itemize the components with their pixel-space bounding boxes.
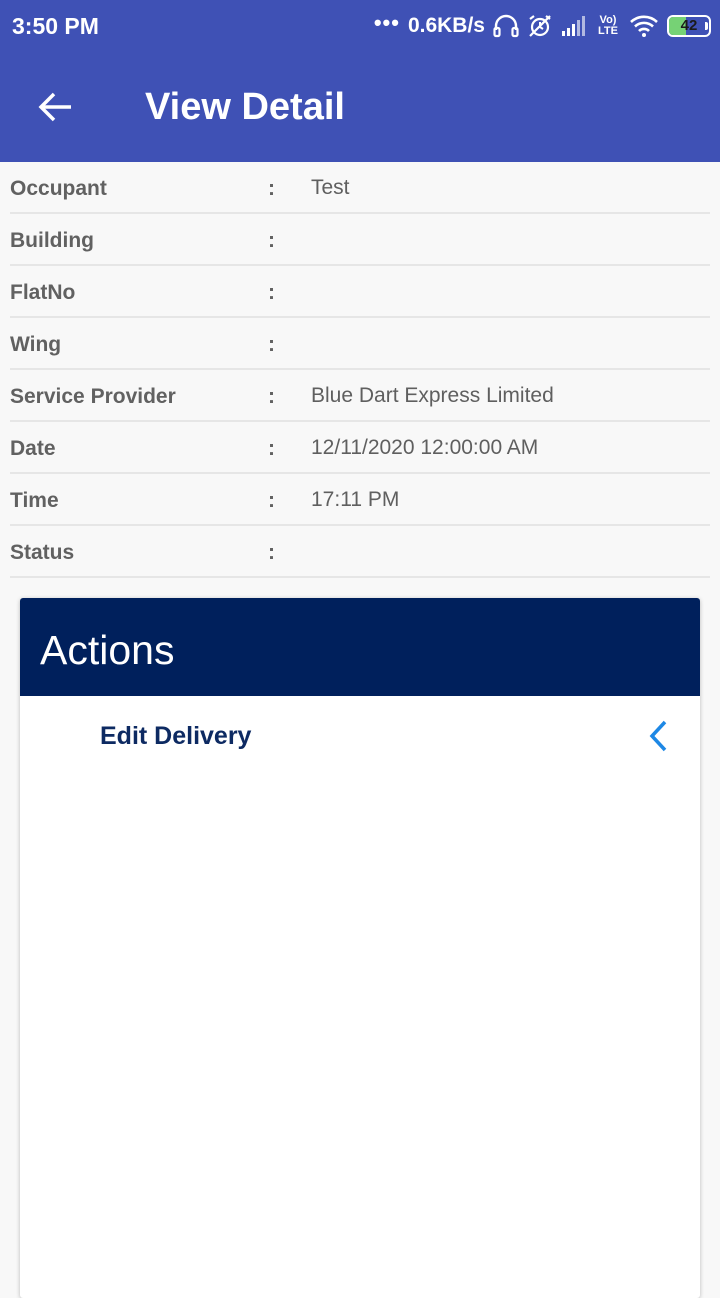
detail-colon: : xyxy=(268,541,275,564)
edit-delivery-button[interactable]: Edit Delivery xyxy=(20,696,700,778)
chevron-left-icon[interactable] xyxy=(644,718,672,754)
detail-label: Service Provider xyxy=(10,385,176,408)
detail-value: 17:11 PM xyxy=(311,488,400,511)
detail-label: Wing xyxy=(10,333,62,356)
volte-lte-icon: Vo) LTE xyxy=(595,15,621,37)
detail-value: Blue Dart Express Limited xyxy=(311,384,554,407)
detail-row-date: Date : 12/11/2020 12:00:00 AM xyxy=(10,422,710,474)
app-bar: View Detail xyxy=(0,52,720,162)
more-notifications-icon: ••• xyxy=(373,10,400,35)
detail-row-occupant: Occupant : Test xyxy=(10,162,710,214)
headset-icon xyxy=(493,14,519,38)
detail-row-flatno: FlatNo : xyxy=(10,266,710,318)
action-label: Edit Delivery xyxy=(100,722,252,750)
back-button[interactable] xyxy=(28,82,82,132)
detail-label: Building xyxy=(10,229,94,252)
actions-header: Actions xyxy=(20,598,700,696)
actions-title: Actions xyxy=(40,627,175,673)
wifi-icon xyxy=(629,14,659,38)
lte-label: LTE xyxy=(598,25,618,37)
detail-colon: : xyxy=(268,333,275,356)
detail-label: Time xyxy=(10,489,59,512)
detail-label: Occupant xyxy=(10,177,107,200)
detail-label: Status xyxy=(10,541,75,564)
battery-icon: 42 xyxy=(667,15,711,37)
detail-value: 12/11/2020 12:00:00 AM xyxy=(311,436,539,459)
detail-label: FlatNo xyxy=(10,281,76,304)
battery-level: 42 xyxy=(680,17,698,34)
detail-colon: : xyxy=(268,489,275,512)
detail-colon: : xyxy=(268,385,275,408)
alarm-off-icon xyxy=(527,13,553,39)
detail-list: Occupant : Test Building : FlatNo : Wing… xyxy=(0,162,720,578)
detail-row-wing: Wing : xyxy=(10,318,710,370)
detail-row-building: Building : xyxy=(10,214,710,266)
detail-colon: : xyxy=(268,177,275,200)
detail-row-time: Time : 17:11 PM xyxy=(10,474,710,526)
detail-colon: : xyxy=(268,281,275,304)
network-speed: 0.6KB/s xyxy=(407,14,485,37)
detail-row-service-provider: Service Provider : Blue Dart Express Lim… xyxy=(10,370,710,422)
arrow-left-icon xyxy=(38,92,71,122)
status-bar: 3:50 PM ••• 0.6KB/s Vo) LTE 42 xyxy=(0,0,720,52)
detail-label: Date xyxy=(10,437,56,460)
detail-row-status: Status : xyxy=(10,526,710,578)
status-time: 3:50 PM xyxy=(12,13,99,39)
detail-colon: : xyxy=(268,437,275,460)
detail-colon: : xyxy=(268,229,275,252)
detail-value: Test xyxy=(311,176,350,199)
status-icons: ••• 0.6KB/s Vo) LTE 42 xyxy=(373,10,711,42)
signal-icon xyxy=(561,15,587,37)
page-title: View Detail xyxy=(145,86,345,128)
actions-card: Actions Edit Delivery xyxy=(20,598,700,1298)
